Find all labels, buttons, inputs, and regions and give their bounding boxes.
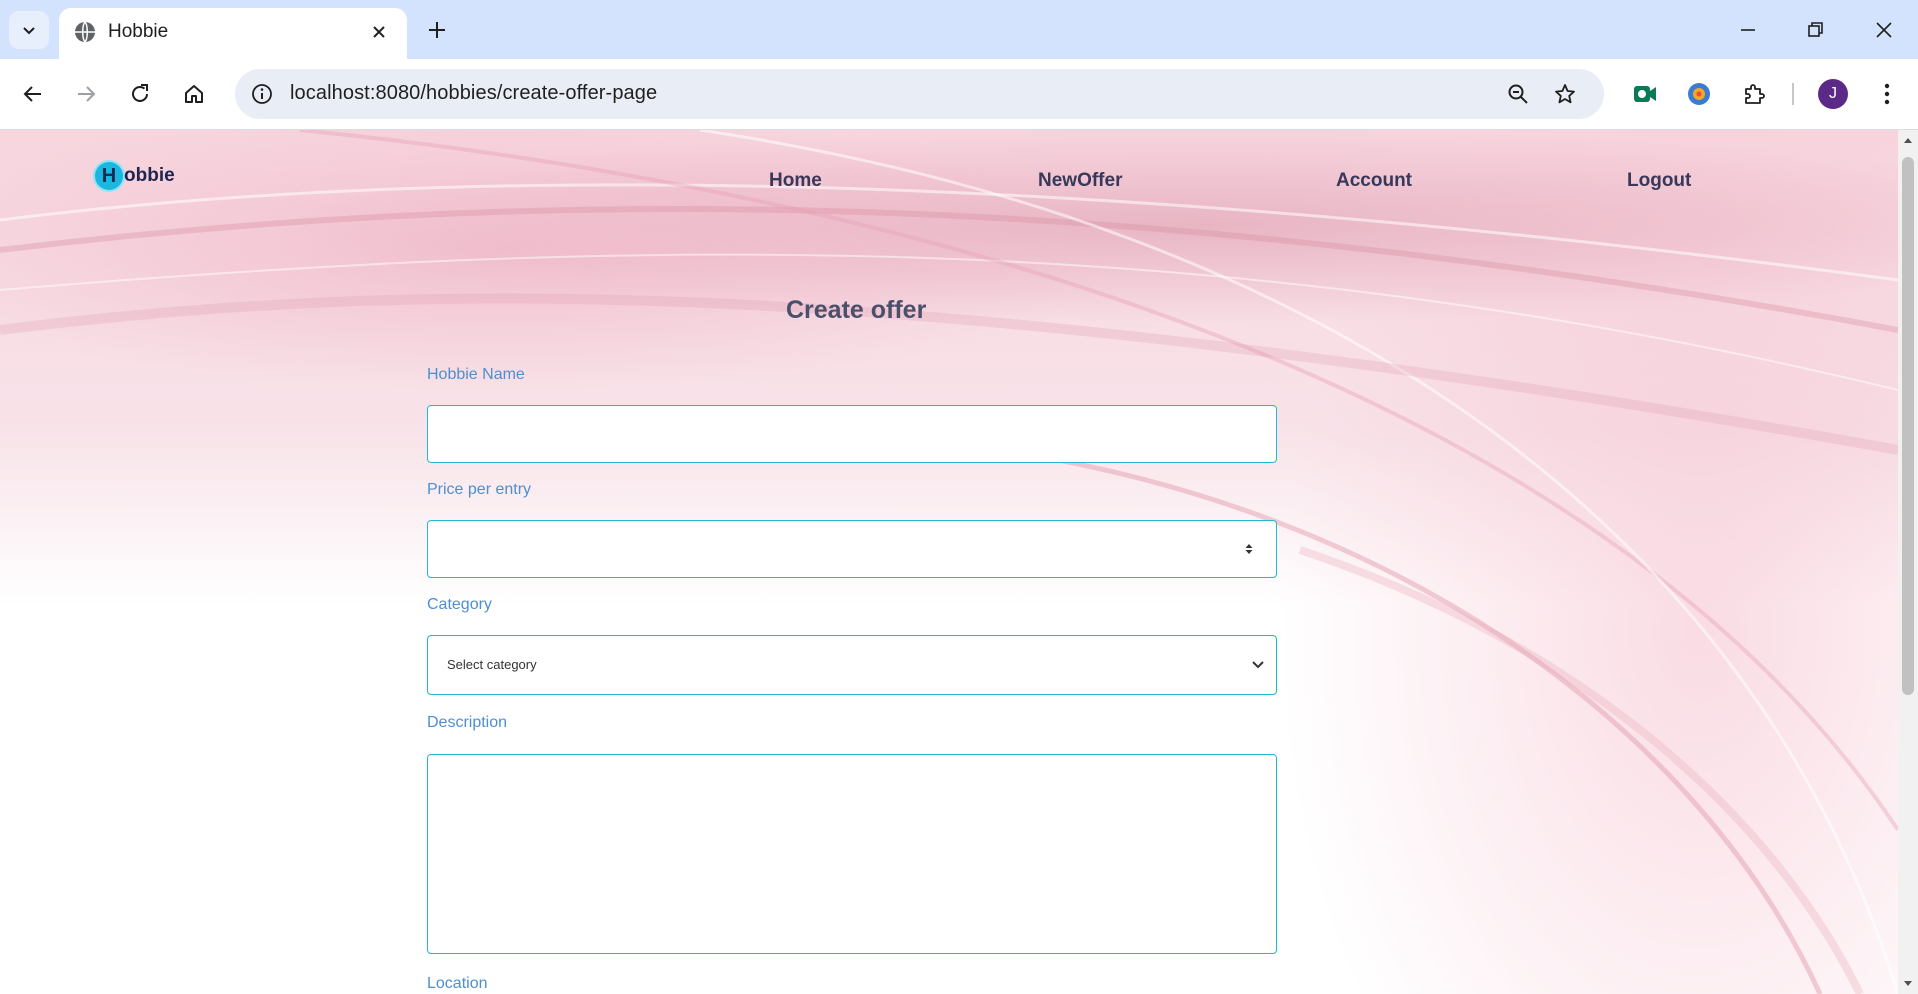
site-logo[interactable]: H obbie — [95, 160, 175, 192]
zoom-out-icon — [1508, 84, 1528, 104]
back-button[interactable] — [11, 72, 55, 116]
address-bar[interactable]: localhost:8080/hobbies/create-offer-page — [235, 69, 1604, 119]
new-tab-button[interactable] — [420, 13, 454, 47]
hobbie-name-input[interactable] — [427, 405, 1277, 463]
category-select[interactable]: Select category — [427, 635, 1277, 695]
extensions-button[interactable] — [1734, 74, 1774, 114]
logo-badge: H — [95, 162, 123, 190]
restore-button[interactable] — [1788, 8, 1844, 52]
nav-account[interactable]: Account — [1336, 170, 1412, 192]
reload-button[interactable] — [118, 72, 162, 116]
browser-toolbar: localhost:8080/hobbies/create-offer-page — [0, 59, 1918, 130]
minimize-icon — [1741, 29, 1755, 31]
price-label: Price per entry — [427, 481, 532, 498]
tab-search-button[interactable] — [9, 11, 49, 49]
chevron-down-icon — [1252, 661, 1264, 669]
page-viewport: H obbie Home NewOffer Account Logout Cre… — [0, 130, 1898, 994]
minimize-button[interactable] — [1720, 8, 1776, 52]
nav-home[interactable]: Home — [769, 170, 822, 192]
reload-icon — [132, 84, 148, 102]
arrow-right-icon — [78, 86, 96, 102]
url-text[interactable]: localhost:8080/hobbies/create-offer-page — [290, 82, 657, 105]
browser-tab[interactable]: Hobbie — [59, 8, 407, 59]
plus-icon — [429, 22, 445, 38]
description-label: Description — [427, 714, 508, 731]
menu-button[interactable] — [1867, 74, 1907, 114]
info-icon — [252, 84, 272, 104]
category-label: Category — [427, 596, 492, 613]
globe-icon — [75, 21, 95, 43]
description-textarea[interactable] — [427, 754, 1277, 954]
home-button[interactable] — [172, 72, 216, 116]
close-icon — [373, 26, 385, 38]
tab-title: Hobbie — [108, 21, 169, 42]
browser-tab-strip: Hobbie — [0, 0, 1918, 59]
close-tab-button[interactable] — [365, 18, 393, 46]
star-icon — [1555, 84, 1575, 104]
logo-text: obbie — [124, 165, 175, 186]
forward-button[interactable] — [64, 72, 108, 116]
close-icon — [1876, 22, 1892, 38]
arrow-left-icon — [23, 86, 41, 102]
extension-circle-button[interactable] — [1679, 74, 1719, 114]
home-icon — [185, 85, 203, 103]
form-title: Create offer — [786, 296, 927, 324]
number-spinner-icon[interactable] — [1244, 542, 1254, 556]
scroll-down-arrow-icon[interactable] — [1902, 977, 1914, 989]
price-input[interactable] — [427, 520, 1277, 578]
chevron-down-icon — [23, 27, 35, 35]
restore-icon — [1808, 22, 1823, 37]
profile-avatar[interactable]: J — [1818, 79, 1848, 109]
extension-logo-icon — [1688, 83, 1710, 105]
page-scrollbar[interactable] — [1898, 130, 1918, 994]
hobbie-name-label: Hobbie Name — [427, 366, 525, 383]
site-info-button[interactable] — [245, 77, 279, 111]
bookmark-button[interactable] — [1548, 77, 1582, 111]
puzzle-icon — [1745, 84, 1765, 104]
zoom-button[interactable] — [1501, 77, 1535, 111]
scrollbar-thumb[interactable] — [1902, 157, 1914, 695]
toolbar-separator — [1792, 83, 1794, 105]
close-window-button[interactable] — [1856, 8, 1912, 52]
category-selected-value: Select category — [447, 657, 537, 672]
location-label: Location — [427, 975, 488, 992]
nav-logout[interactable]: Logout — [1627, 170, 1691, 192]
extension-camera-button[interactable] — [1625, 74, 1665, 114]
camera-extension-icon — [1634, 86, 1656, 102]
scroll-up-arrow-icon[interactable] — [1902, 135, 1914, 147]
nav-new-offer[interactable]: NewOffer — [1038, 170, 1122, 192]
more-vertical-icon — [1884, 83, 1890, 105]
